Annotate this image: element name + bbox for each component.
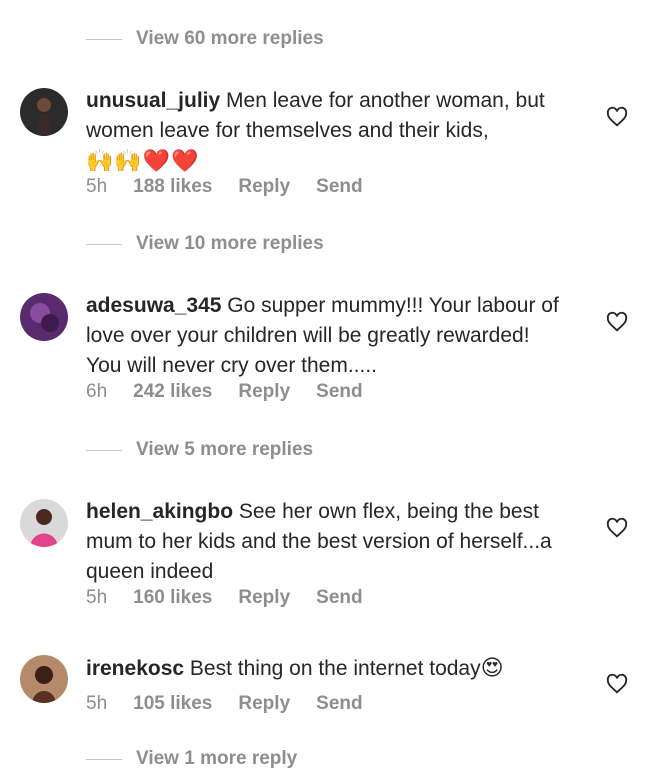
view-more-replies-label: View 10 more replies — [136, 233, 324, 254]
divider — [86, 38, 122, 40]
divider — [86, 243, 122, 245]
comment-text-block: adesuwa_345 Go supper mummy!!! Your labo… — [86, 291, 566, 381]
reply-button[interactable]: Reply — [238, 381, 290, 403]
comment-time: 5h — [86, 693, 108, 714]
comment-text: Best thing on the internet today — [189, 657, 481, 680]
like-heart-icon[interactable] — [606, 106, 628, 128]
comment-username[interactable]: adesuwa_345 — [86, 294, 221, 317]
like-heart-icon[interactable] — [606, 311, 628, 333]
comment-likes[interactable]: 160 likes — [133, 587, 212, 609]
comment-username[interactable]: irenekosc — [86, 657, 184, 680]
reply-button[interactable]: Reply — [238, 587, 290, 609]
comment-username[interactable]: unusual_juliy — [86, 89, 220, 112]
avatar[interactable] — [20, 499, 68, 547]
comment-meta: 5h 188 likes Reply Send — [86, 176, 389, 198]
comment-likes[interactable]: 242 likes — [133, 381, 212, 403]
comment-likes[interactable]: 188 likes — [133, 176, 212, 198]
avatar[interactable] — [20, 655, 68, 703]
send-button[interactable]: Send — [316, 693, 362, 715]
reply-button[interactable]: Reply — [238, 176, 290, 198]
divider — [86, 449, 122, 451]
comment-emoji: 😍 — [480, 655, 505, 680]
like-heart-icon[interactable] — [606, 673, 628, 695]
comment-meta: 6h 242 likes Reply Send — [86, 381, 389, 403]
comment-text-block: helen_akingbo See her own flex, being th… — [86, 497, 566, 587]
reply-button[interactable]: Reply — [238, 693, 290, 715]
divider — [86, 758, 122, 760]
avatar[interactable] — [20, 293, 68, 341]
send-button[interactable]: Send — [316, 587, 362, 609]
view-more-replies-label: View 5 more replies — [136, 439, 314, 460]
comment-time: 6h — [86, 381, 108, 402]
comment-meta: 5h 105 likes Reply Send — [86, 693, 389, 715]
send-button[interactable]: Send — [316, 381, 362, 403]
comment-text-block: unusual_juliy Men leave for another woma… — [86, 86, 566, 177]
comment-emoji: 🙌🙌❤️❤️ — [86, 148, 200, 173]
view-more-replies-button[interactable]: View 60 more replies — [86, 28, 324, 50]
view-more-replies-button[interactable]: View 1 more reply — [86, 748, 297, 770]
send-button[interactable]: Send — [316, 176, 362, 198]
comment-likes[interactable]: 105 likes — [133, 693, 212, 715]
comment-username[interactable]: helen_akingbo — [86, 500, 233, 523]
view-more-replies-label: View 60 more replies — [136, 28, 324, 49]
comment-meta: 5h 160 likes Reply Send — [86, 587, 389, 609]
avatar[interactable] — [20, 88, 68, 136]
like-heart-icon[interactable] — [606, 517, 628, 539]
comment-text-block: irenekosc Best thing on the internet tod… — [86, 653, 586, 684]
view-more-replies-button[interactable]: View 10 more replies — [86, 233, 324, 255]
comment-time: 5h — [86, 176, 108, 197]
comment-time: 5h — [86, 587, 108, 608]
view-more-replies-button[interactable]: View 5 more replies — [86, 439, 313, 461]
view-more-replies-label: View 1 more reply — [136, 748, 298, 769]
